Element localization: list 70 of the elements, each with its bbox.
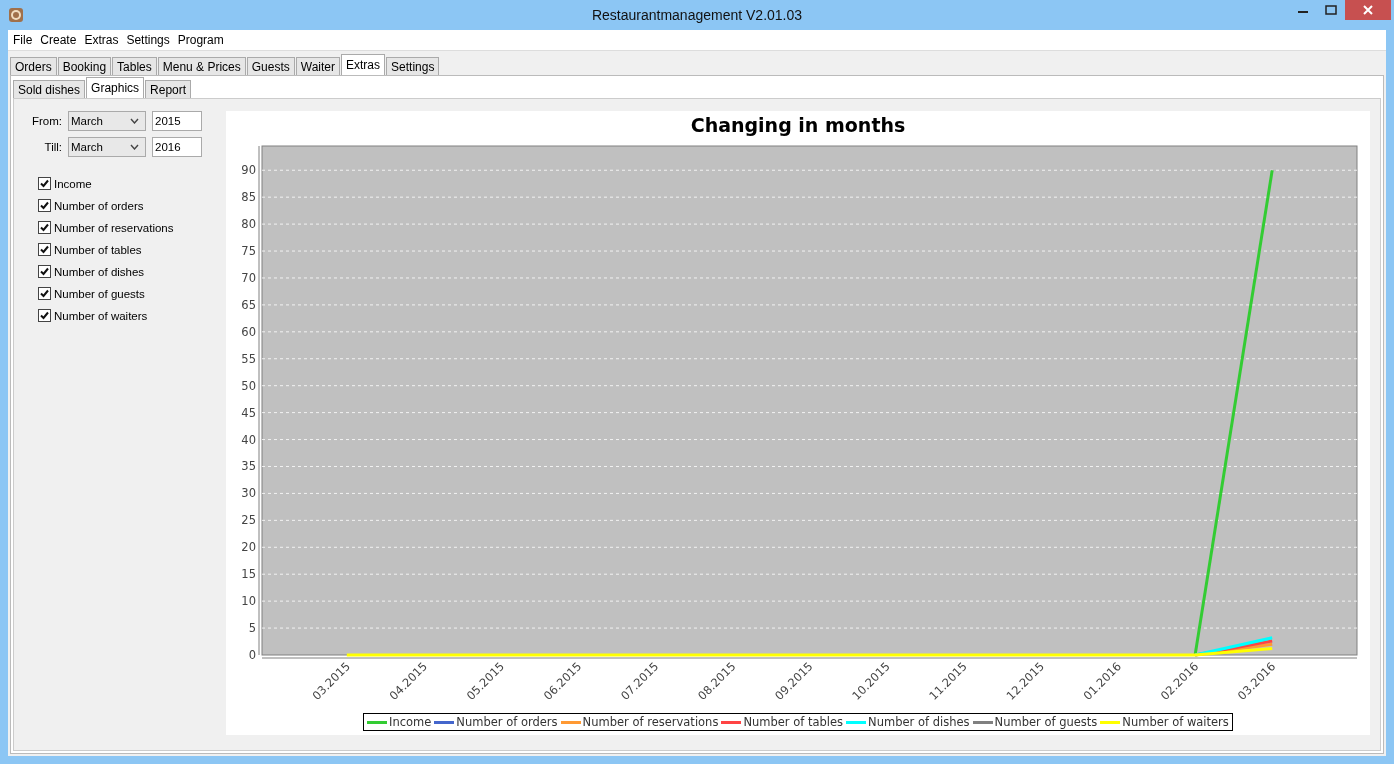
tab[interactable]: Booking [57,57,112,75]
tab[interactable]: Settings [386,57,440,75]
y-tick-label: 20 [241,540,256,555]
menu-item[interactable]: Extras [80,33,123,47]
y-tick-label: 10 [241,594,256,609]
y-tick-label: 85 [241,190,256,205]
y-tick-label: 55 [241,351,256,366]
month-dropdown[interactable]: March [68,111,146,131]
legend-label: Number of orders [456,715,558,729]
legend-label: Number of guests [994,715,1098,729]
y-tick-label: 60 [241,324,256,339]
checkbox-label: Number of orders [54,199,144,212]
y-tick-label: 25 [241,513,256,528]
checkbox-label: Number of guests [54,287,145,300]
tab[interactable]: Report [145,80,192,98]
checkbox[interactable] [38,309,51,322]
y-tick-label: 40 [241,432,256,447]
checkbox[interactable] [38,199,51,212]
menu-item[interactable]: Create [36,33,81,47]
menu-item[interactable]: Settings [122,33,174,47]
y-tick-label: 45 [241,405,256,420]
chart-title: Changing in months [690,114,906,136]
legend-label: Number of dishes [868,715,970,729]
checkbox-label: Number of tables [54,243,142,256]
field-label: Till: [43,141,62,153]
checkbox[interactable] [38,243,51,256]
close-button[interactable] [1345,0,1391,20]
checkbox-label: Number of waiters [54,309,148,322]
legend-label: Income [389,715,432,729]
checkbox[interactable] [38,221,51,234]
tab[interactable]: Orders [10,57,57,75]
y-tick-label: 75 [241,244,256,259]
window-title: Restaurantmanagement V2.01.03 [590,7,804,23]
tab[interactable]: Extras [341,54,386,75]
tab[interactable]: Sold dishes [13,80,86,98]
checkbox-label: Number of dishes [54,265,145,278]
chevron-icon [130,144,139,150]
chevron-icon [130,118,139,124]
y-tick-label: 35 [241,459,256,474]
tab[interactable]: Menu & Prices [157,57,246,75]
tab[interactable]: Waiter [295,57,341,75]
y-tick-label: 5 [248,621,256,636]
y-tick-label: 50 [241,378,256,393]
y-tick-label: 65 [241,297,256,312]
tab[interactable]: Graphics [86,77,145,98]
maximize-icon [1325,5,1337,15]
legend-label: Number of waiters [1122,715,1229,729]
legend-label: Number of tables [743,715,844,729]
app-icon [8,7,24,23]
field-label: From: [30,115,62,127]
month-dropdown[interactable]: March [68,137,146,157]
y-tick-label: 90 [241,163,256,178]
y-tick-label: 15 [241,567,256,582]
y-tick-label: 0 [248,648,256,662]
checkbox[interactable] [38,265,51,278]
menu-item[interactable]: File [9,33,37,47]
tab[interactable]: Guests [246,57,295,75]
y-tick-label: 70 [241,270,256,285]
checkbox-label: Income [54,177,92,190]
checkbox-label: Number of reservations [54,221,174,234]
menu-item[interactable]: Program [173,33,228,47]
close-icon [1363,5,1373,15]
y-tick-label: 30 [241,486,256,501]
checkbox[interactable] [38,177,51,190]
y-tick-label: 80 [241,217,256,232]
legend-label: Number of reservations [582,715,719,729]
checkbox[interactable] [38,287,51,300]
year-field[interactable]: 2015 [152,111,202,131]
tab[interactable]: Tables [112,57,157,75]
year-field[interactable]: 2016 [152,137,202,157]
